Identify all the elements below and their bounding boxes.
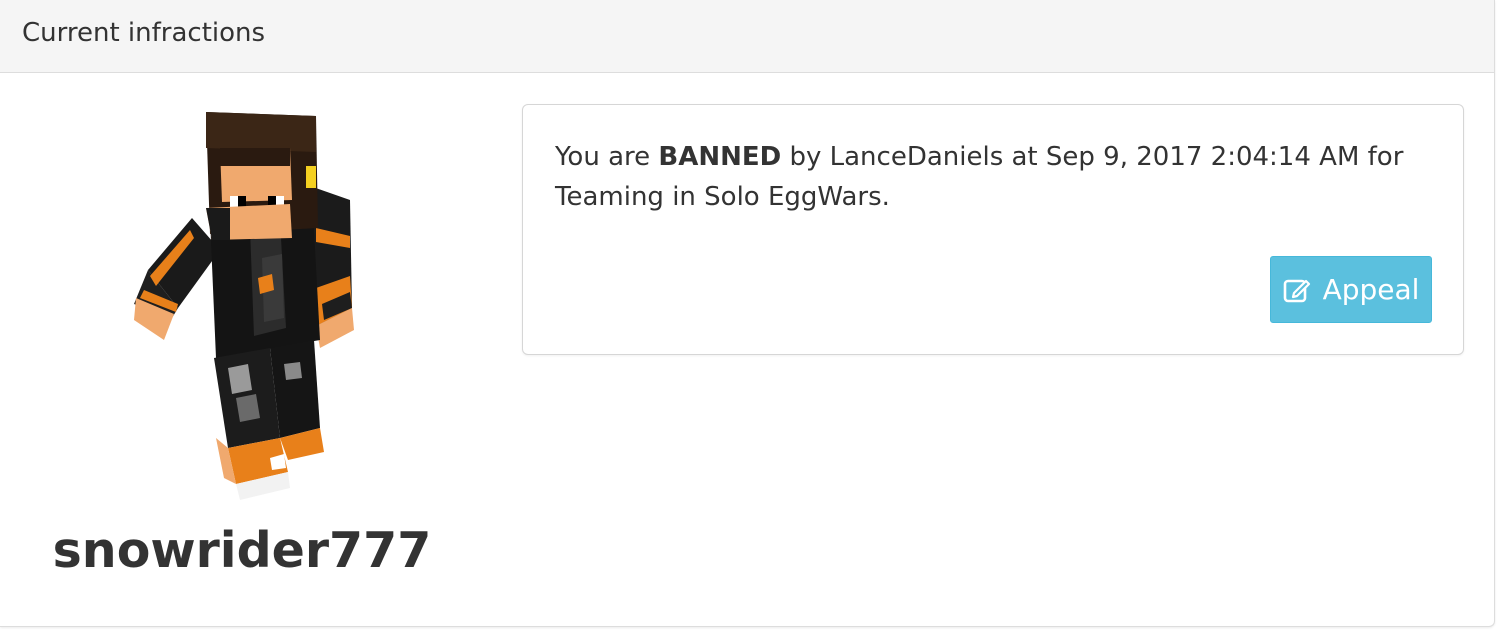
ban-status: BANNED	[658, 142, 782, 172]
infraction-message: You are BANNED by LanceDaniels at Sep 9,…	[555, 137, 1425, 217]
panel-title: Current infractions	[22, 18, 266, 48]
message-for: for	[1359, 142, 1404, 172]
infraction-card: You are BANNED by LanceDaniels at Sep 9,…	[522, 104, 1464, 355]
message-by: by	[781, 142, 830, 172]
infraction-timestamp: Sep 9, 2017 2:04:14 AM	[1045, 142, 1360, 172]
appeal-button[interactable]: Appeal	[1270, 256, 1432, 323]
infractions-panel: Current infractions snowrider777 You are…	[0, 0, 1495, 627]
infraction-reason: Teaming in Solo EggWars	[555, 182, 882, 212]
message-at: at	[1003, 142, 1046, 172]
moderator-name: LanceDaniels	[829, 142, 1004, 172]
player-username: snowrider777	[52, 522, 432, 579]
appeal-label: Appeal	[1322, 273, 1420, 306]
panel-heading: Current infractions	[0, 0, 1494, 73]
message-suffix: .	[881, 182, 890, 212]
player-avatar	[120, 108, 370, 508]
message-prefix: You are	[555, 142, 659, 172]
edit-icon	[1283, 276, 1311, 304]
